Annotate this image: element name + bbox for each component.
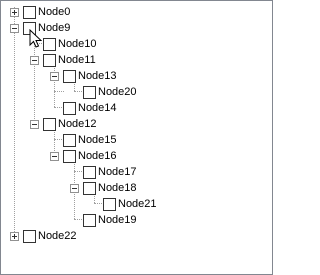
- tree-node[interactable]: Node15: [50, 132, 118, 148]
- tree-node[interactable]: Node18: [70, 180, 138, 196]
- tree-node[interactable]: Node11: [30, 52, 97, 68]
- node-checkbox[interactable]: [43, 37, 56, 51]
- node-label[interactable]: Node20: [97, 86, 138, 98]
- node-checkbox[interactable]: [63, 133, 76, 147]
- node-label[interactable]: Node9: [37, 22, 71, 34]
- node-label[interactable]: Node12: [57, 118, 98, 130]
- tree-node[interactable]: Node17: [70, 164, 138, 180]
- tree-node[interactable]: Node16: [50, 148, 118, 164]
- tree-node[interactable]: Node0: [10, 4, 71, 20]
- collapse-icon[interactable]: [30, 119, 39, 129]
- tree-node[interactable]: Node14: [50, 100, 118, 116]
- node-label[interactable]: Node16: [77, 150, 118, 162]
- collapse-icon[interactable]: [10, 23, 19, 33]
- tree-node[interactable]: Node19: [70, 212, 138, 228]
- node-label[interactable]: Node11: [57, 54, 97, 66]
- node-checkbox[interactable]: [83, 85, 96, 99]
- collapse-icon[interactable]: [30, 55, 39, 65]
- expand-icon[interactable]: [10, 7, 19, 17]
- node-label[interactable]: Node21: [117, 198, 158, 210]
- collapse-icon[interactable]: [50, 151, 59, 161]
- node-checkbox[interactable]: [63, 101, 76, 115]
- tree-node[interactable]: Node20: [70, 84, 138, 100]
- node-label[interactable]: Node14: [77, 102, 118, 114]
- collapse-icon[interactable]: [50, 71, 59, 81]
- node-label[interactable]: Node18: [97, 182, 138, 194]
- node-checkbox[interactable]: [83, 213, 96, 227]
- tree-node[interactable]: Node13: [50, 68, 118, 84]
- tree-node[interactable]: Node12: [30, 116, 98, 132]
- tree-connector: [14, 7, 15, 236]
- node-checkbox[interactable]: [103, 197, 116, 211]
- node-checkbox[interactable]: [23, 229, 36, 243]
- node-checkbox[interactable]: [43, 53, 56, 67]
- node-checkbox[interactable]: [43, 117, 56, 131]
- node-label[interactable]: Node13: [77, 70, 118, 82]
- node-label[interactable]: Node17: [97, 166, 138, 178]
- node-checkbox[interactable]: [23, 5, 36, 19]
- node-label[interactable]: Node15: [77, 134, 118, 146]
- expand-icon[interactable]: [10, 231, 19, 241]
- tree-connector: [54, 91, 64, 92]
- node-label[interactable]: Node10: [57, 38, 98, 50]
- node-label[interactable]: Node0: [37, 6, 71, 18]
- mouse-cursor-icon: [29, 29, 42, 48]
- tree-node[interactable]: Node22: [10, 228, 78, 244]
- node-label[interactable]: Node22: [37, 230, 78, 242]
- node-checkbox[interactable]: [83, 181, 96, 195]
- node-label[interactable]: Node19: [97, 214, 138, 226]
- tree-node[interactable]: Node21: [90, 196, 158, 212]
- node-checkbox[interactable]: [63, 149, 76, 163]
- node-checkbox[interactable]: [63, 69, 76, 83]
- node-checkbox[interactable]: [83, 165, 96, 179]
- collapse-icon[interactable]: [70, 183, 79, 193]
- tree-view[interactable]: Node0 Node9 Node10 Node11 Node13 Node20 …: [0, 0, 273, 275]
